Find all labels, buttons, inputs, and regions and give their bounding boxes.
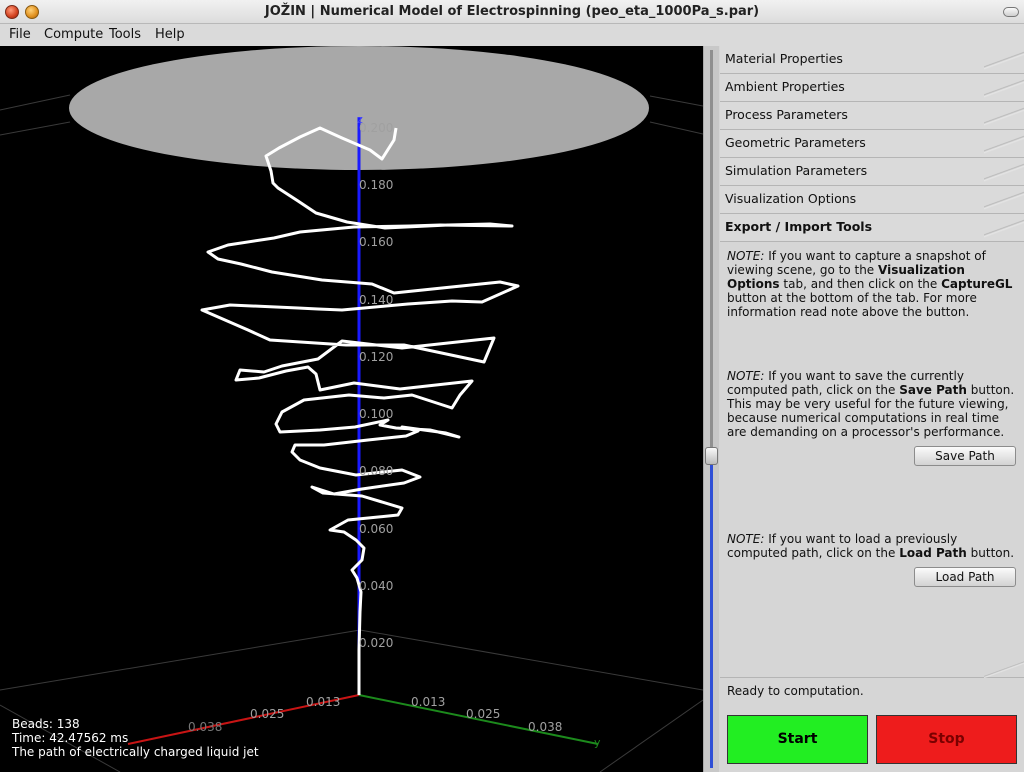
note-save: NOTE: If you want to save the currently … (727, 369, 1019, 439)
tab-geometric-parameters[interactable]: Geometric Parameters (720, 130, 1024, 158)
start-button[interactable]: Start (727, 715, 868, 764)
y-tick-0.025: 0.025 (466, 707, 500, 721)
note-capture: NOTE: If you want to capture a snapshot … (727, 249, 1019, 319)
tab-label: Geometric Parameters (725, 135, 866, 150)
tab-export-import-tools[interactable]: Export / Import Tools (720, 214, 1024, 242)
tab-ambient-properties[interactable]: Ambient Properties (720, 74, 1024, 102)
z-tick-labels: 0.200 0.180 0.160 0.140 0.120 0.100 0.08… (188, 121, 562, 734)
note-bold: CaptureGL (941, 277, 1013, 291)
tab-label: Export / Import Tools (725, 219, 873, 234)
tab-label: Process Parameters (725, 107, 848, 122)
z-tick-0.040: 0.040 (359, 579, 393, 593)
beads-count: Beads: 138 (12, 717, 80, 731)
z-tick-0.140: 0.140 (359, 293, 393, 307)
note-bold: Save Path (899, 383, 967, 397)
stop-button[interactable]: Stop (876, 715, 1017, 764)
z-tick-0.160: 0.160 (359, 235, 393, 249)
load-path-button[interactable]: Load Path (914, 567, 1016, 587)
title-bar: JOŽIN | Numerical Model of Electrospinni… (0, 0, 1024, 24)
z-tick-0.020: 0.020 (359, 636, 393, 650)
status-separator (720, 660, 1024, 678)
status-text: Ready to computation. (727, 684, 864, 698)
menu-file[interactable]: File (9, 27, 31, 42)
y-tick-0.038: 0.038 (528, 720, 562, 734)
save-path-button[interactable]: Save Path (914, 446, 1016, 466)
viewport-caption: The path of electrically charged liquid … (12, 745, 259, 759)
tab-label: Visualization Options (725, 191, 857, 206)
tab-label: Ambient Properties (725, 79, 845, 94)
slider-handle[interactable] (705, 447, 718, 465)
sim-time: Time: 42.47562 ms (12, 731, 129, 745)
gl-viewport[interactable]: z y 0.200 0.180 0.160 0.140 0.120 0.100 … (0, 46, 703, 772)
y-axis-label: y (594, 736, 601, 749)
tab-visualization-options[interactable]: Visualization Options (720, 186, 1024, 214)
note-text: button. (970, 546, 1015, 560)
note-bold: Load Path (899, 546, 967, 560)
menu-help[interactable]: Help (155, 27, 185, 42)
z-tick-0.120: 0.120 (359, 350, 393, 364)
x-tick-0.038: 0.038 (188, 720, 222, 734)
menu-bar: File Compute Tools Help (0, 24, 1024, 46)
y-tick-0.013: 0.013 (411, 695, 445, 709)
tab-material-properties[interactable]: Material Properties (720, 46, 1024, 74)
note-prefix: NOTE: (727, 532, 765, 546)
note-text: button at the bottom of the tab. For mor… (727, 291, 977, 319)
x-tick-0.013: 0.013 (306, 695, 340, 709)
note-prefix: NOTE: (727, 369, 765, 383)
z-tick-0.200: 0.200 (359, 121, 393, 135)
tab-label: Material Properties (725, 51, 843, 66)
note-load: NOTE: If you want to load a previously c… (727, 532, 1019, 560)
z-tick-0.100: 0.100 (359, 407, 393, 421)
z-tick-0.080: 0.080 (359, 464, 393, 478)
zoom-slider[interactable] (703, 46, 719, 772)
note-text: tab, and then click on the (783, 277, 938, 291)
tab-label: Simulation Parameters (725, 163, 868, 178)
menu-compute[interactable]: Compute (44, 27, 103, 42)
scene-box (0, 94, 703, 772)
window-title: JOŽIN | Numerical Model of Electrospinni… (264, 4, 760, 19)
note-prefix: NOTE: (727, 249, 765, 263)
tab-process-parameters[interactable]: Process Parameters (720, 102, 1024, 130)
x-tick-0.025: 0.025 (250, 707, 284, 721)
z-tick-0.060: 0.060 (359, 522, 393, 536)
menu-tools[interactable]: Tools (109, 27, 141, 42)
z-tick-0.180: 0.180 (359, 178, 393, 192)
scene-svg: z y 0.200 0.180 0.160 0.140 0.120 0.100 … (0, 46, 703, 772)
maximize-window-button[interactable] (1003, 7, 1019, 17)
slider-fill (710, 456, 713, 768)
tab-simulation-parameters[interactable]: Simulation Parameters (720, 158, 1024, 186)
